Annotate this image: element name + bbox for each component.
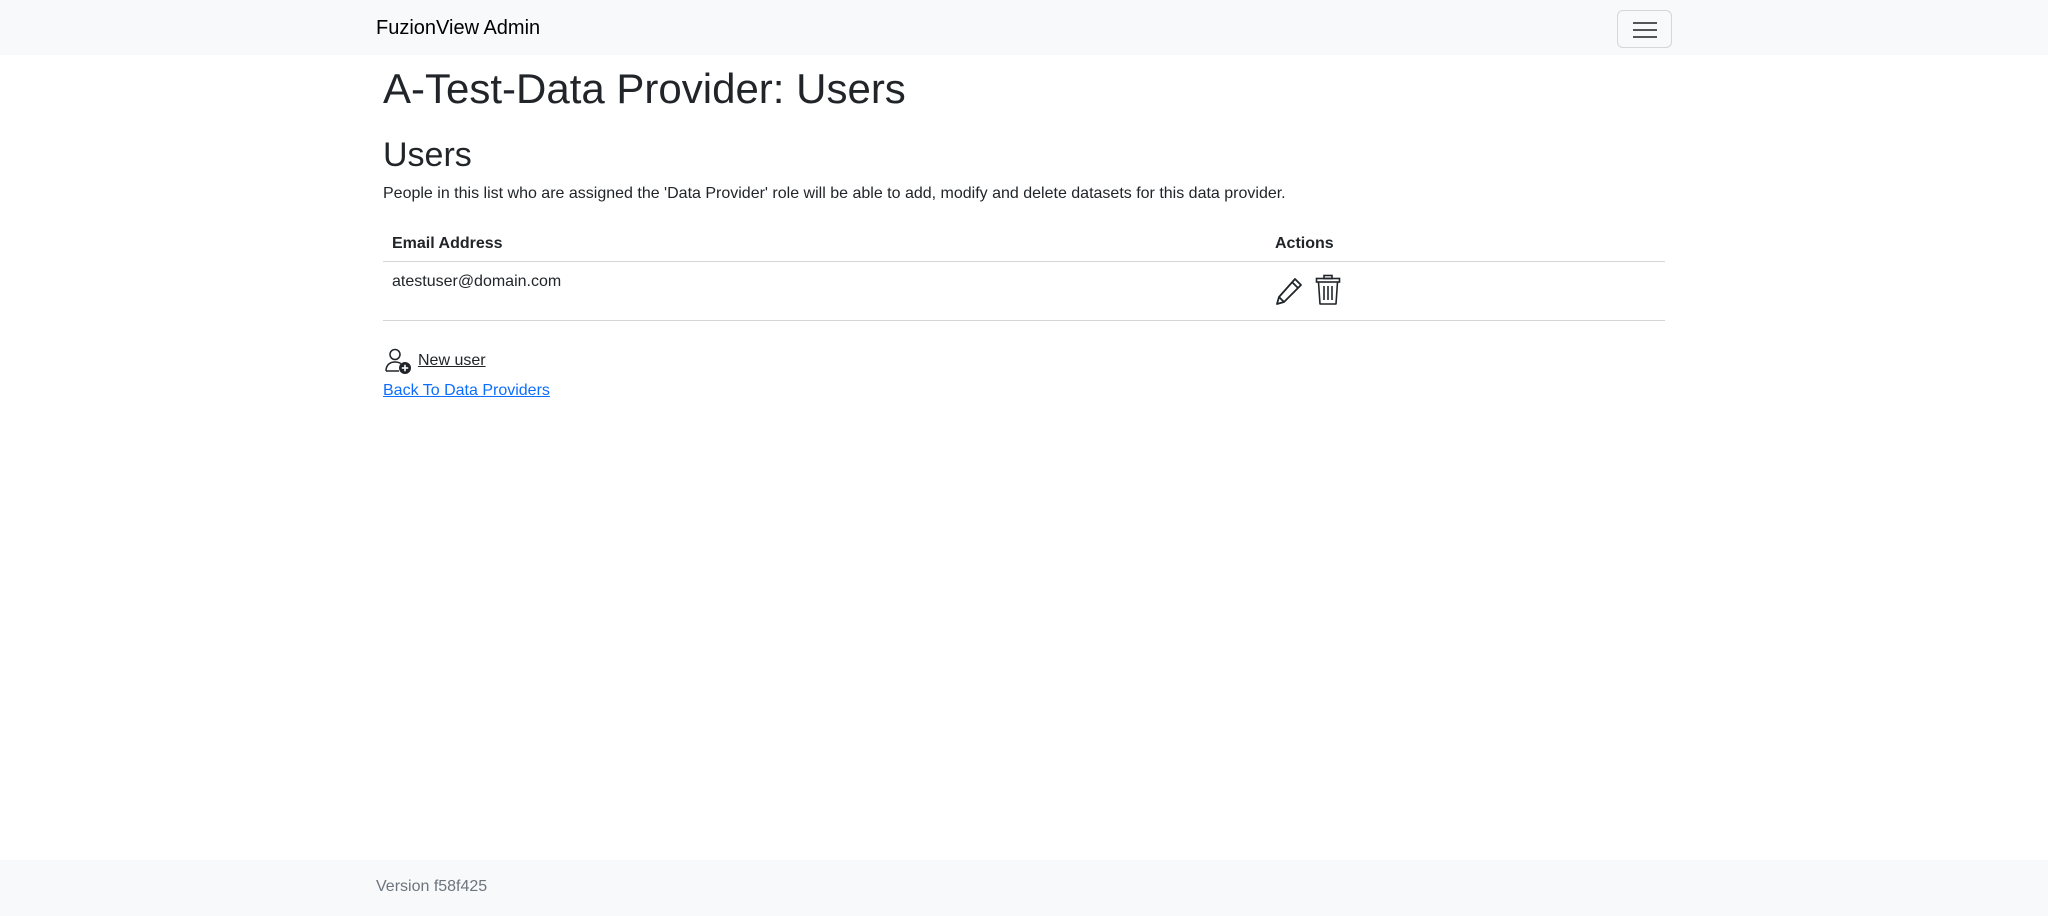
section-title: Users xyxy=(383,136,472,174)
section-description: People in this list who are assigned the… xyxy=(383,185,1286,202)
navbar: FuzionView Admin xyxy=(0,0,2048,55)
table-row: atestuser@domain.com xyxy=(383,262,1665,321)
new-user-label[interactable]: New user xyxy=(418,352,486,370)
edit-user-button[interactable] xyxy=(1274,276,1304,306)
navbar-toggle-button[interactable] xyxy=(1617,10,1672,48)
page-title: A-Test-Data Provider: Users xyxy=(383,65,906,112)
person-add-icon xyxy=(385,348,411,374)
back-to-data-providers-link[interactable]: Back To Data Providers xyxy=(383,382,550,400)
table-header-row: Email Address Actions xyxy=(383,226,1665,262)
user-email-cell: atestuser@domain.com xyxy=(392,273,562,290)
delete-user-button[interactable] xyxy=(1315,274,1341,306)
column-header-email: Email Address xyxy=(392,235,503,252)
footer: Version f58f425 xyxy=(0,860,2048,916)
version-text: Version f58f425 xyxy=(376,878,488,895)
navbar-brand[interactable]: FuzionView Admin xyxy=(376,15,540,41)
trash-icon xyxy=(1315,274,1341,305)
users-table: Email Address Actions atestuser@domain.c… xyxy=(383,226,1665,321)
column-header-actions: Actions xyxy=(1275,235,1334,252)
new-user-link[interactable]: New user xyxy=(385,347,486,375)
pencil-icon xyxy=(1276,278,1302,305)
